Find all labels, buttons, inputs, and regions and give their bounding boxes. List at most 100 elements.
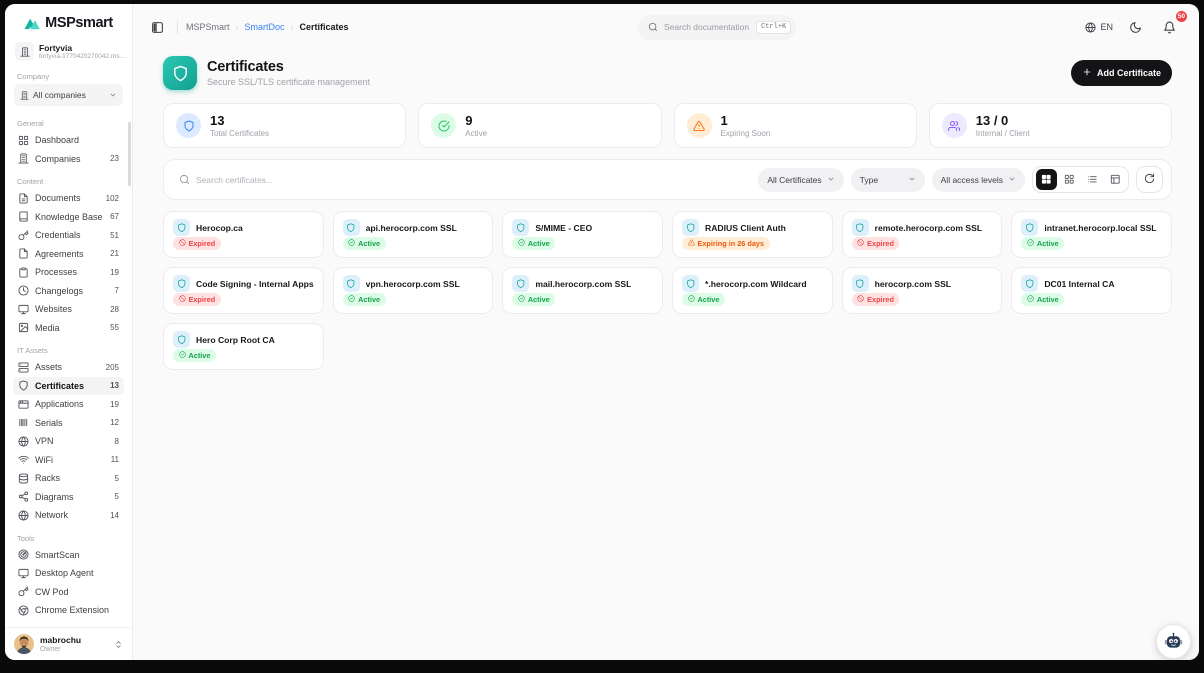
company-select[interactable]: All companies [14,84,123,106]
view-list-button[interactable] [1082,169,1103,190]
sidebar-item-assets[interactable]: Assets 205 [13,358,124,377]
sidebar-item-count: 28 [110,305,119,314]
wifi-icon [18,454,29,465]
status-badge: Expired [173,237,221,250]
certificate-search[interactable] [170,174,751,185]
shield-icon [173,275,190,292]
status-label: Active [189,351,211,360]
certificate-card-remote-herocorp-com-ssl[interactable]: remote.herocorp.com SSL Expired [842,211,1003,258]
status-label: Expired [867,239,894,248]
breadcrumb: MSPSmart › SmartDoc › Certificates [186,22,349,32]
sidebar-item-vpn[interactable]: VPN 8 [13,432,124,451]
sidebar-item-processes[interactable]: Processes 19 [13,263,124,282]
sidebar: MSPsmart Fortyvia fortyvia-1770420270042… [5,4,133,660]
add-certificate-button[interactable]: Add Certificate [1071,60,1172,86]
sidebar-toggle-button[interactable] [145,15,169,39]
sidebar-item-wifi[interactable]: WiFi 11 [13,451,124,470]
bell-icon [1163,21,1176,34]
sidebar-item-smartscan[interactable]: SmartScan [13,546,124,565]
certificate-card-s-mime-ceo[interactable]: S/MIME - CEO Active [502,211,663,258]
sidebar-item-count: 8 [115,437,119,446]
certificate-card-herocorp-com-ssl[interactable]: herocorp.com SSL Expired [842,267,1003,314]
content: Certificates Secure SSL/TLS certificate … [133,50,1199,370]
sidebar-item-applications[interactable]: Applications 19 [13,395,124,414]
stat-label: Internal / Client [976,129,1030,138]
view-table-button[interactable] [1105,169,1126,190]
grid-icon [1041,172,1052,187]
divider [177,20,178,34]
file-text-icon [18,193,29,204]
status-badge: Active [1021,293,1064,306]
sidebar-item-network[interactable]: Network 14 [13,506,124,525]
sidebar-item-count: 7 [115,286,119,295]
certificate-card-api-herocorp-com-ssl[interactable]: api.herocorp.com SSL Active [333,211,494,258]
sidebar-item-documents[interactable]: Documents 102 [13,189,124,208]
status-badge: Active [682,293,725,306]
filter-bar: All Certificates Type All access levels [163,159,1172,200]
sidebar-item-serials[interactable]: Serials 12 [13,414,124,433]
certificate-card-herocop-ca[interactable]: Herocop.ca Expired [163,211,324,258]
brand-logo[interactable]: MSPsmart [5,4,132,39]
breadcrumb-smartdoc[interactable]: SmartDoc [245,22,285,32]
sidebar-item-knowledge-base[interactable]: Knowledge Base 67 [13,208,124,227]
sidebar-item-racks[interactable]: Racks 5 [13,469,124,488]
sidebar-item-dashboard[interactable]: Dashboard [13,131,124,150]
certificate-card-mail-herocorp-com-ssl[interactable]: mail.herocorp.com SSL Active [502,267,663,314]
breadcrumb-root[interactable]: MSPSmart [186,22,230,32]
sidebar-item-credentials[interactable]: Credentials 51 [13,226,124,245]
sidebar-item-agreements[interactable]: Agreements 21 [13,245,124,264]
certificate-card-dc01-internal-ca[interactable]: DC01 Internal CA Active [1011,267,1172,314]
status-label: Active [358,295,380,304]
moon-icon [1129,21,1142,34]
stat-value: 13 [210,113,269,129]
status-filter-dropdown[interactable]: All Certificates [758,168,843,192]
status-badge: Active [343,237,386,250]
sidebar-item-websites[interactable]: Websites 28 [13,300,124,319]
sidebar-item-count: 23 [110,154,119,163]
view-grid-button[interactable] [1036,169,1057,190]
sidebar-item-count: 51 [110,231,119,240]
certificate-card-hero-corp-root-ca[interactable]: Hero Corp Root CA Active [163,323,324,370]
shield-icon [1021,219,1038,236]
sidebar-item-diagrams[interactable]: Diagrams 5 [13,488,124,507]
sidebar-item-media[interactable]: Media 55 [13,319,124,338]
certificate-name: api.herocorp.com SSL [366,223,457,233]
certificate-card-radius-client-auth[interactable]: RADIUS Client Auth Expiring in 26 days [672,211,833,258]
brand-name: MSPsmart [45,15,113,31]
access-filter-dropdown[interactable]: All access levels [932,168,1025,192]
certificate-card-herocorp-com-wildcard[interactable]: *.herocorp.com Wildcard Active [672,267,833,314]
certificate-card-code-signing-internal-apps[interactable]: Code Signing - Internal Apps Expired [163,267,324,314]
view-cards-button[interactable] [1059,169,1080,190]
sidebar-scrollbar[interactable] [128,122,131,186]
grid-outline-icon [1064,172,1075,187]
radar-icon [18,549,29,560]
certificate-search-input[interactable] [196,175,751,185]
sidebar-item-certificates[interactable]: Certificates 13 [13,377,124,396]
certificate-name: *.herocorp.com Wildcard [705,279,807,289]
type-filter-dropdown[interactable]: Type [851,168,925,192]
global-search-input[interactable] [664,22,750,32]
workspace-switcher[interactable]: Fortyvia fortyvia-1770420270042.mspsm... [5,39,132,63]
language-button[interactable]: EN [1085,22,1113,33]
chat-widget-button[interactable] [1156,624,1191,659]
status-filter-label: All Certificates [767,175,821,185]
check-badge-icon [518,239,525,248]
sidebar-item-chrome-extension[interactable]: Chrome Extension [13,601,124,620]
certificate-card-intranet-herocorp-local-ssl[interactable]: intranet.herocorp.local SSL Active [1011,211,1172,258]
certificate-card-vpn-herocorp-com-ssl[interactable]: vpn.herocorp.com SSL Active [333,267,494,314]
status-badge: Expired [852,237,900,250]
sidebar-item-count: 5 [115,474,119,483]
sidebar-item-count: 55 [110,323,119,332]
sidebar-item-changelogs[interactable]: Changelogs 7 [13,282,124,301]
sidebar-item-companies[interactable]: Companies 23 [13,150,124,169]
check-badge-icon [348,239,355,248]
global-search[interactable]: Ctrl+K [638,15,796,40]
shield-icon [852,275,869,292]
theme-toggle-button[interactable] [1123,15,1147,39]
sidebar-item-cw-pod[interactable]: CW Pod [13,583,124,602]
refresh-button[interactable] [1136,166,1163,193]
user-menu[interactable]: mabrochu Owner [5,627,132,660]
shield-icon [852,219,869,236]
notifications-button[interactable]: 50 [1157,15,1181,39]
sidebar-item-desktop-agent[interactable]: Desktop Agent [13,564,124,583]
